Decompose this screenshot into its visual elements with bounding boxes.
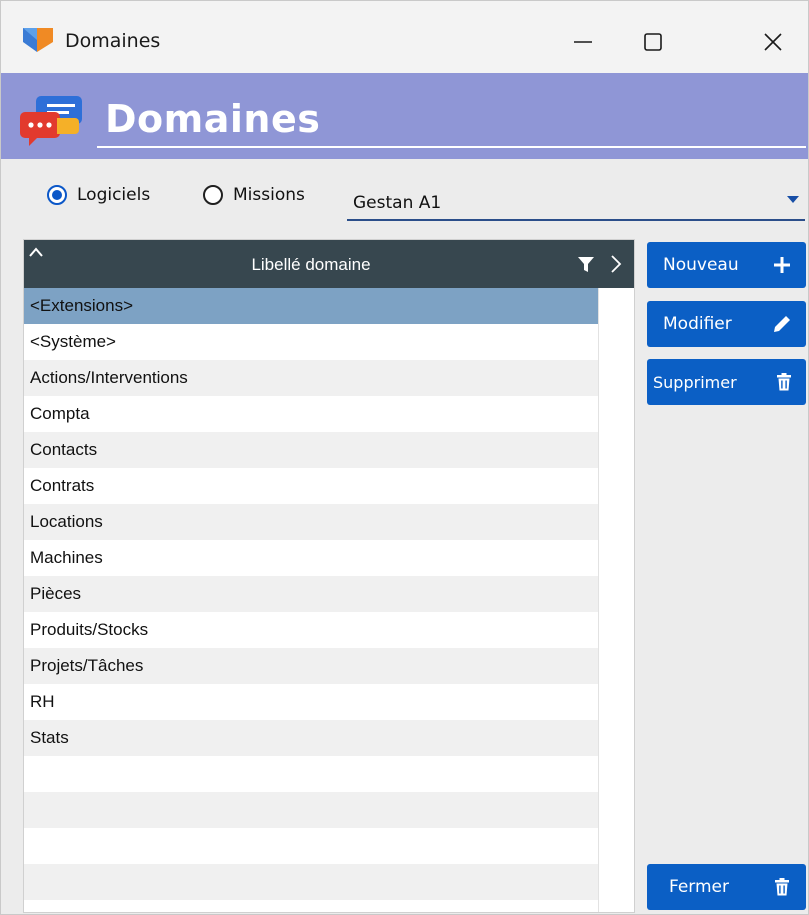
table-side-column (598, 288, 634, 912)
modifier-button[interactable]: Modifier (647, 301, 806, 347)
table-row[interactable]: Contacts (24, 432, 598, 468)
radio-missions[interactable]: Missions (203, 185, 305, 205)
nouveau-button[interactable]: Nouveau (647, 242, 806, 288)
table-row[interactable] (24, 792, 598, 828)
table-body: <Extensions> <Système> Actions/Interventio… (24, 288, 598, 900)
table-row[interactable]: Machines (24, 540, 598, 576)
supprimer-button[interactable]: Supprimer (647, 359, 806, 405)
table-row[interactable]: <Extensions> (24, 288, 598, 324)
chevron-down-icon[interactable] (787, 196, 799, 203)
table-row[interactable] (24, 756, 598, 792)
close-button[interactable] (743, 17, 803, 67)
radio-circle (203, 185, 223, 205)
chevron-right-icon[interactable] (610, 254, 622, 274)
domaines-window: Domaines Domaines Logiciels Missions Ges… (0, 0, 809, 915)
button-label: Supprimer (653, 372, 737, 392)
plus-icon (774, 257, 790, 273)
app-logo-icon (23, 28, 53, 52)
column-header-libelle[interactable]: Libellé domaine (24, 255, 598, 275)
radio-label: Logiciels (77, 185, 151, 205)
button-label: Modifier (663, 314, 732, 334)
table-row[interactable]: Produits/Stocks (24, 612, 598, 648)
table-row[interactable]: Pièces (24, 576, 598, 612)
table-row[interactable]: <Système> (24, 324, 598, 360)
radio-dot (52, 190, 62, 200)
table-header: Libellé domaine (24, 240, 634, 288)
header-band: Domaines (1, 73, 808, 159)
select-value: Gestan A1 (353, 193, 442, 213)
minimize-icon (574, 41, 592, 43)
table-row[interactable]: Locations (24, 504, 598, 540)
close-icon (764, 33, 782, 51)
table-row[interactable] (24, 828, 598, 864)
table-row[interactable]: Stats (24, 720, 598, 756)
radio-label: Missions (233, 185, 305, 205)
radio-circle (47, 185, 67, 205)
window-title: Domaines (65, 30, 161, 52)
table-row[interactable]: Contrats (24, 468, 598, 504)
maximize-icon (644, 33, 662, 51)
domains-table: Libellé domaine <Extensions> <Système> Act… (23, 239, 635, 913)
trash-icon (777, 373, 791, 391)
table-row[interactable]: RH (24, 684, 598, 720)
title-bar: Domaines (1, 1, 808, 73)
title-underline (97, 146, 806, 148)
button-label: Nouveau (663, 255, 739, 275)
table-row[interactable] (24, 864, 598, 900)
filter-icon[interactable] (577, 256, 595, 273)
maximize-button[interactable] (623, 17, 683, 67)
minimize-button[interactable] (553, 17, 613, 67)
button-label: Fermer (669, 877, 730, 897)
software-select[interactable]: Gestan A1 (347, 181, 805, 221)
table-row[interactable]: Projets/Tâches (24, 648, 598, 684)
trash-icon (775, 878, 789, 896)
table-row[interactable]: Actions/Interventions (24, 360, 598, 396)
pencil-icon (774, 316, 790, 332)
table-row[interactable]: Compta (24, 396, 598, 432)
chat-bubbles-icon (20, 96, 82, 146)
page-title: Domaines (105, 97, 321, 141)
fermer-button[interactable]: Fermer (647, 864, 806, 910)
radio-logiciels[interactable]: Logiciels (47, 185, 150, 205)
